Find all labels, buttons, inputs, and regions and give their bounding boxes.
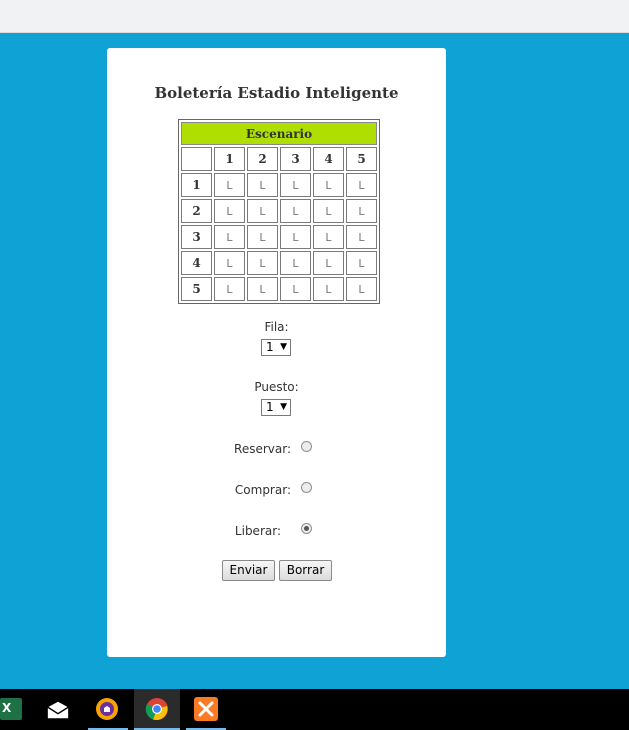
seat-row: 1 L L L L L: [181, 173, 377, 197]
seat-cell: L: [346, 225, 377, 249]
seat-cell: L: [280, 277, 311, 301]
chrome-icon: [145, 698, 168, 721]
seat-cell: L: [313, 173, 344, 197]
ticket-card: Boletería Estadio Inteligente Escenario …: [107, 48, 446, 657]
browser-top-bar: [0, 0, 629, 33]
seat-row: 2 L L L L L: [181, 199, 377, 223]
seat-cell: L: [313, 277, 344, 301]
corner-cell: [181, 147, 212, 171]
seat-cell: L: [346, 173, 377, 197]
puesto-select[interactable]: 1 ▼: [261, 399, 291, 416]
fila-select[interactable]: 1 ▼: [261, 339, 291, 356]
puesto-label: Puesto:: [254, 380, 299, 394]
seat-cell: L: [346, 251, 377, 275]
seat-cell: L: [313, 225, 344, 249]
seat-cell: L: [280, 251, 311, 275]
taskbar: X: [0, 689, 629, 730]
row-header: 4: [181, 251, 212, 275]
column-header: 5: [346, 147, 377, 171]
seat-cell: L: [346, 277, 377, 301]
column-header: 3: [280, 147, 311, 171]
seat-row: 5 L L L L L: [181, 277, 377, 301]
seat-grid: Escenario 1 2 3 4 5 1 L L L L L 2 L L L …: [178, 119, 380, 304]
puesto-select-value: 1: [266, 400, 274, 414]
xampp-icon[interactable]: [194, 697, 218, 721]
chrome-taskbar-button[interactable]: [134, 689, 180, 730]
seat-cell: L: [214, 199, 245, 223]
liberar-label: Liberar:: [234, 524, 281, 538]
seat-cell: L: [247, 173, 278, 197]
seat-cell: L: [214, 225, 245, 249]
page-title: Boletería Estadio Inteligente: [154, 84, 399, 102]
seat-row: 4 L L L L L: [181, 251, 377, 275]
seat-row: 3 L L L L L: [181, 225, 377, 249]
column-header: 1: [214, 147, 245, 171]
seat-cell: L: [346, 199, 377, 223]
comprar-radio[interactable]: [301, 482, 312, 493]
liberar-radio[interactable]: [301, 523, 312, 534]
row-header: 5: [181, 277, 212, 301]
seat-cell: L: [280, 173, 311, 197]
fila-select-value: 1: [266, 340, 274, 354]
comprar-label: Comprar:: [234, 483, 291, 497]
stage-header: Escenario: [181, 122, 377, 145]
seat-cell: L: [247, 251, 278, 275]
seat-cell: L: [214, 251, 245, 275]
reservar-radio[interactable]: [301, 441, 312, 452]
seat-cell: L: [247, 199, 278, 223]
seat-cell: L: [214, 277, 245, 301]
mail-icon[interactable]: [46, 698, 70, 722]
vpn-shield-icon[interactable]: [95, 697, 119, 721]
seat-cell: L: [280, 199, 311, 223]
borrar-button[interactable]: Borrar: [279, 560, 332, 581]
seat-cell: L: [280, 225, 311, 249]
reservar-label: Reservar:: [234, 442, 291, 456]
column-header: 4: [313, 147, 344, 171]
row-header: 1: [181, 173, 212, 197]
excel-icon[interactable]: X: [0, 698, 22, 720]
seat-cell: L: [247, 225, 278, 249]
row-header: 3: [181, 225, 212, 249]
seat-cell: L: [214, 173, 245, 197]
chevron-down-icon: ▼: [280, 402, 287, 412]
enviar-button[interactable]: Enviar: [222, 560, 275, 581]
column-header: 2: [247, 147, 278, 171]
seat-cell: L: [313, 251, 344, 275]
fila-label: Fila:: [264, 320, 289, 334]
seat-cell: L: [313, 199, 344, 223]
seat-cell: L: [247, 277, 278, 301]
chevron-down-icon: ▼: [280, 342, 287, 352]
row-header: 2: [181, 199, 212, 223]
